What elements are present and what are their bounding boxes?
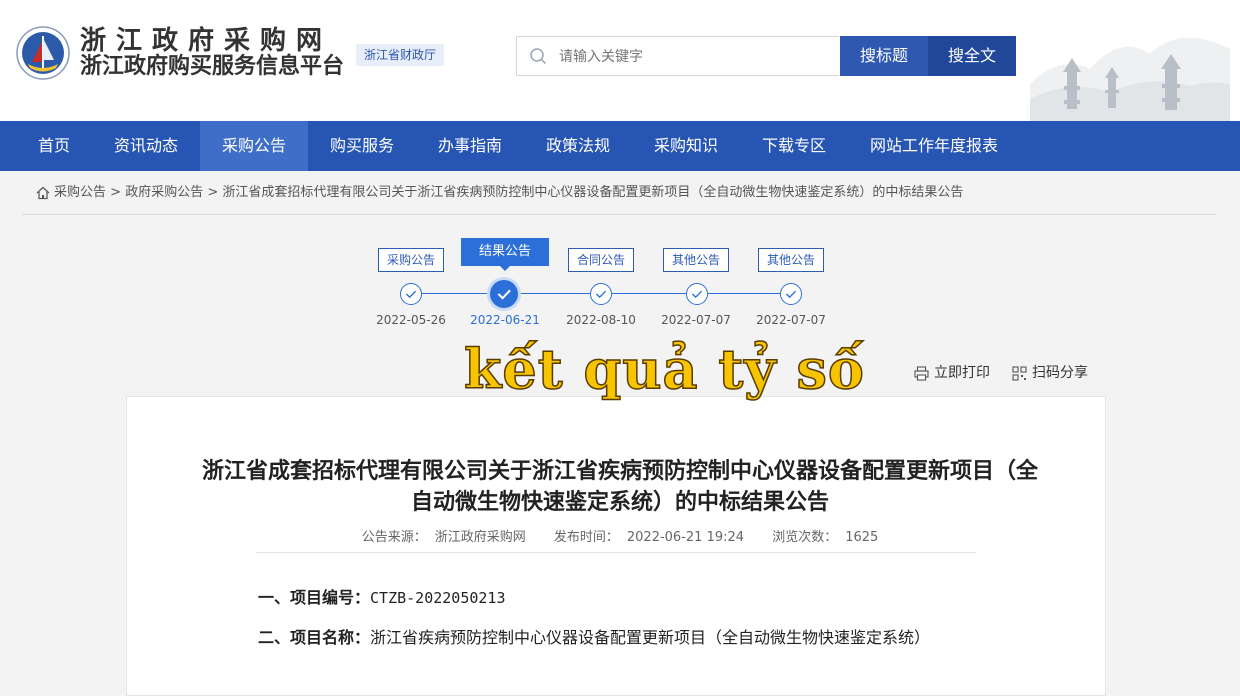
timeline-tab-other-2[interactable]: 其他公告 [758, 248, 824, 272]
search-icon [530, 48, 547, 65]
search-input[interactable] [557, 37, 831, 77]
search-fulltext-button[interactable]: 搜全文 [928, 36, 1016, 76]
search-title-button[interactable]: 搜标题 [840, 36, 928, 76]
nav-item-news[interactable]: 资讯动态 [100, 121, 192, 171]
breadcrumb-separator: > [110, 185, 122, 200]
timeline-tab-result[interactable]: 结果公告 [461, 238, 549, 271]
timeline-connector [708, 293, 780, 294]
timeline-date: 2022-05-26 [376, 313, 446, 327]
project-name-value: 浙江省疾病预防控制中心仪器设备配置更新项目（全自动微生物快速鉴定系统） [370, 628, 931, 647]
timeline-node-check-icon[interactable] [780, 283, 802, 305]
site-subtitle: 浙江政府购买服务信息平台 [80, 54, 345, 79]
search-box [516, 36, 839, 77]
timeline-connector [518, 293, 590, 294]
nav-item-downloads[interactable]: 下载专区 [750, 121, 838, 171]
timeline-date: 2022-07-07 [661, 313, 731, 327]
timeline-connector [612, 293, 686, 294]
overlay-caption: kết quả tỷ số [463, 336, 865, 402]
site-title: 浙江政府采购网 [80, 26, 333, 56]
timeline-node-check-icon[interactable] [686, 283, 708, 305]
breadcrumb-current: 浙江省成套招标代理有限公司关于浙江省疾病预防控制中心仪器设备配置更新项目（全自动… [222, 185, 964, 200]
timeline-date: 2022-06-21 [470, 313, 540, 327]
breadcrumb-separator: > [207, 185, 219, 200]
project-name: 二、项目名称：浙江省疾病预防控制中心仪器设备配置更新项目（全自动微生物快速鉴定系… [258, 624, 988, 652]
breadcrumb-link-gov-procurement[interactable]: 政府采购公告 [125, 185, 203, 200]
nav-item-home[interactable]: 首页 [22, 121, 86, 171]
nav-item-procurement-notice[interactable]: 采购公告 [200, 121, 308, 171]
meta-publish-time: 2022-06-21 19:24 [626, 530, 745, 545]
landscape-decoration-icon [1030, 37, 1230, 121]
main-nav: 首页 资讯动态 采购公告 购买服务 办事指南 政策法规 采购知识 下载专区 网站… [0, 121, 1240, 171]
site-header: 浙江政府采购网 浙江政府购买服务信息平台 浙江省财政厅 搜标题 搜全文 [0, 0, 1240, 121]
project-number-value: CTZB-2022050213 [370, 589, 506, 607]
printer-icon [914, 365, 929, 381]
meta-views-label: 浏览次数： [772, 530, 838, 545]
share-button[interactable]: 扫码分享 [1012, 364, 1088, 382]
meta-source: 浙江政府采购网 [434, 530, 526, 545]
article-meta: 公告来源： 浙江政府采购网 发布时间： 2022-06-21 19:24 浏览次数：… [256, 526, 976, 545]
timeline-tab-other-1[interactable]: 其他公告 [663, 248, 729, 272]
project-number-label: 一、项目编号： [258, 588, 371, 607]
timeline-node-active-check-icon[interactable] [490, 280, 518, 308]
print-label: 立即打印 [934, 365, 990, 381]
meta-publish-label: 发布时间： [553, 530, 619, 545]
timeline-connector [422, 293, 490, 294]
home-icon[interactable] [36, 186, 50, 200]
timeline-node-check-icon[interactable] [590, 283, 612, 305]
breadcrumb-link-procurement[interactable]: 采购公告 [54, 185, 106, 200]
article-title: 浙江省成套招标代理有限公司关于浙江省疾病预防控制中心仪器设备配置更新项目（全自动… [201, 459, 1038, 515]
timeline-node-check-icon[interactable] [400, 283, 422, 305]
divider [256, 552, 976, 553]
nav-item-purchase-service[interactable]: 购买服务 [318, 121, 406, 171]
dept-badge[interactable]: 浙江省财政厅 [356, 44, 445, 66]
divider [22, 214, 1216, 215]
share-label: 扫码分享 [1032, 365, 1088, 381]
project-number: 一、项目编号：CTZB-2022050213 [258, 584, 988, 612]
project-name-label: 二、项目名称： [258, 628, 371, 647]
meta-views: 1625 [845, 530, 879, 545]
qr-code-icon [1012, 365, 1027, 381]
timeline-date: 2022-08-10 [566, 313, 636, 327]
nav-item-guide[interactable]: 办事指南 [426, 121, 514, 171]
timeline-date: 2022-07-07 [756, 313, 826, 327]
timeline-tab-procurement[interactable]: 采购公告 [378, 248, 444, 272]
breadcrumb: 采购公告 > 政府采购公告 > 浙江省成套招标代理有限公司关于浙江省疾病预防控制… [36, 182, 963, 204]
meta-source-label: 公告来源： [361, 530, 427, 545]
site-logo-icon[interactable] [16, 26, 70, 80]
print-button[interactable]: 立即打印 [914, 364, 990, 382]
nav-item-knowledge[interactable]: 采购知识 [642, 121, 730, 171]
timeline-tab-contract[interactable]: 合同公告 [568, 248, 634, 272]
nav-item-policy[interactable]: 政策法规 [534, 121, 622, 171]
nav-item-annual-report[interactable]: 网站工作年度报表 [858, 121, 1010, 171]
